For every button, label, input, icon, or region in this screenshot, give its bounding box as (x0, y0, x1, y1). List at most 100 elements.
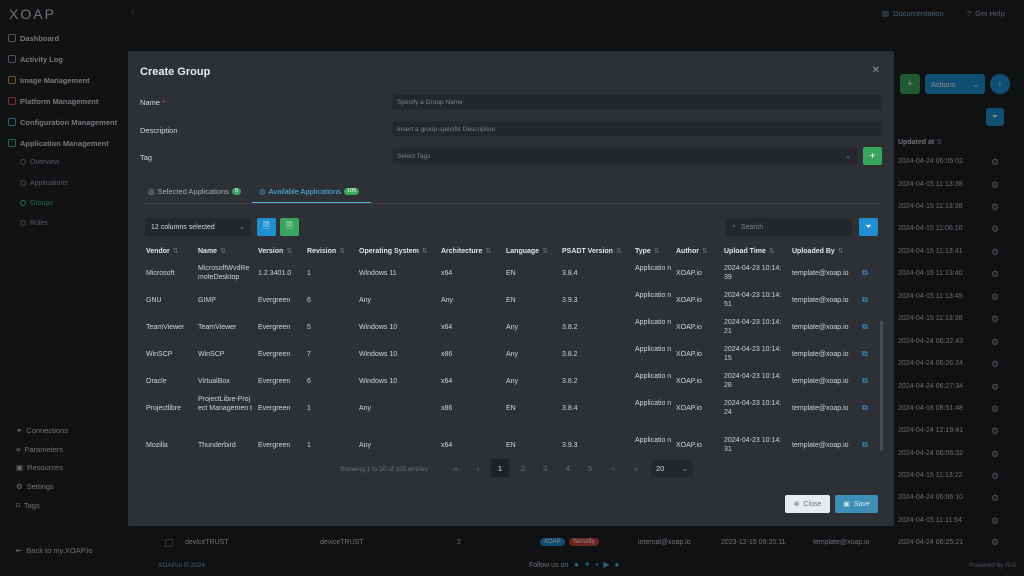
copy-icon[interactable]: ⧉ (862, 322, 868, 332)
table-cell: template@xoap.io (792, 442, 849, 449)
column-header[interactable]: Uploaded By ⇅ (792, 247, 844, 255)
column-header[interactable]: Architecture ⇅ (441, 247, 491, 255)
table-cell: 1 (307, 405, 311, 412)
table-cell: Evergreen (258, 324, 291, 331)
column-header[interactable]: Language ⇅ (506, 247, 548, 255)
table-cell: Evergreen (258, 378, 291, 385)
file-excel-icon: 🗎 (286, 221, 293, 230)
page-size-select[interactable]: 20 ⌄ (651, 460, 693, 477)
column-header[interactable]: Revision ⇅ (307, 247, 345, 255)
sort-icon: ⇅ (701, 248, 708, 255)
file-icon: 🗎 (263, 221, 270, 230)
column-header-label: PSADT Version (562, 248, 613, 255)
save-button[interactable]: ▣ Save (835, 495, 878, 513)
columns-select[interactable]: 12 columns selected ⌄ (145, 218, 251, 236)
column-header[interactable]: Upload Time ⇅ (724, 247, 775, 255)
tab-available-applications[interactable]: ◎ Available Applications 105 (252, 180, 371, 203)
export-excel-button[interactable]: 🗎 (280, 218, 299, 236)
table-cell: Windows 11 (359, 270, 397, 277)
search-input[interactable]: ⌕ Search (726, 218, 852, 236)
tag-select[interactable]: Select Tags ⌄ (392, 148, 858, 164)
column-header[interactable]: Name ⇅ (198, 247, 226, 255)
column-header-label: Language (506, 248, 540, 255)
copy-icon[interactable]: ⧉ (862, 295, 868, 305)
table-cell: Thunderbird (198, 442, 236, 449)
save-label: Save (853, 500, 870, 508)
scrollbar[interactable] (880, 321, 883, 451)
pagination-first[interactable]: « (447, 459, 465, 477)
column-header[interactable]: Vendor ⇅ (146, 247, 179, 255)
pagination-page[interactable]: 5 (581, 459, 599, 477)
check-circle-icon: ◎ (148, 187, 155, 196)
sort-icon: ⇅ (172, 248, 179, 255)
table-cell: x86 (441, 405, 453, 412)
table-cell: Any (441, 297, 454, 304)
export-button[interactable]: 🗎 (257, 218, 276, 236)
search-placeholder: Search (740, 223, 764, 231)
column-header[interactable]: PSADT Version ⇅ (562, 247, 622, 255)
copy-icon[interactable]: ⧉ (862, 376, 868, 386)
column-header-label: Revision (307, 248, 337, 255)
column-header[interactable]: Operating System ⇅ (359, 247, 428, 255)
filter-icon: ⏷ (865, 222, 872, 231)
tab-label: Available Applications (268, 186, 341, 196)
column-header-label: Architecture (441, 248, 483, 255)
sort-icon: ⇅ (653, 248, 660, 255)
name-input[interactable]: Specify a Group Name (392, 94, 882, 110)
column-header-label: Name (198, 248, 218, 255)
tab-badge: 0 (231, 188, 241, 195)
table-cell: Microsoft (146, 270, 175, 277)
copy-icon[interactable]: ⧉ (862, 349, 868, 359)
table-cell: 3.9.3 (562, 442, 578, 449)
table-cell: GNU (146, 297, 162, 304)
pagination-page[interactable]: 4 (559, 459, 577, 477)
pagination-last[interactable]: » (627, 459, 645, 477)
pagination-next[interactable]: › (604, 459, 622, 477)
table-cell: Any (359, 405, 372, 412)
create-group-modal: Create Group ✕ Name * Specify a Group Na… (128, 51, 894, 526)
copy-icon[interactable]: ⧉ (862, 440, 868, 450)
filter-button[interactable]: ⏷ (859, 218, 878, 236)
column-header-label: Upload Time (724, 248, 766, 255)
table-cell: TeamViewer (146, 324, 185, 331)
table-cell: 1 (307, 270, 311, 277)
tab-label: Selected Applications (157, 187, 229, 196)
table-cell: Any (506, 324, 519, 331)
table-cell: EN (506, 270, 516, 277)
close-icon[interactable]: ✕ (872, 65, 880, 76)
pagination-page[interactable]: 1 (491, 459, 509, 477)
column-header[interactable]: Type ⇅ (635, 247, 660, 255)
table-cell: ProjectLibre-Proj ect Managemen t (198, 396, 253, 412)
table-cell: 2024-04-23 10:14: 24 (724, 400, 782, 416)
table-cell: 3.8.2 (562, 324, 578, 331)
table-cell: Applicatio n (635, 346, 672, 353)
table-cell: Any (506, 351, 519, 358)
column-header[interactable]: Author ⇅ (676, 247, 708, 255)
pagination-page[interactable]: 3 (536, 459, 554, 477)
close-circle-icon: ⊗ (793, 501, 800, 508)
close-button[interactable]: ⊗ Close (785, 495, 830, 513)
table-cell: XOAP.io (676, 351, 702, 358)
copy-icon[interactable]: ⧉ (862, 268, 868, 278)
table-cell: 3.8.4 (562, 270, 578, 277)
page-size-value: 20 (656, 464, 665, 473)
pagination-prev[interactable]: ‹ (469, 459, 487, 477)
chevron-down-icon: ⌄ (239, 224, 245, 231)
table-cell: Any (359, 442, 372, 449)
table-cell: 2024-04-23 10:14: 28 (724, 373, 782, 389)
table-cell: x64 (441, 442, 453, 449)
table-cell: Applicatio n (635, 265, 672, 272)
tab-selected-applications[interactable]: ◎ Selected Applications 0 (148, 180, 241, 203)
column-header[interactable]: Version ⇅ (258, 247, 292, 255)
pagination-page[interactable]: 2 (514, 459, 532, 477)
description-input[interactable]: Insert a group-specific Description (392, 121, 882, 137)
tag-placeholder: Select Tags (397, 152, 431, 160)
table-cell: 6 (307, 297, 311, 304)
table-cell: EN (506, 405, 516, 412)
add-tag-button[interactable]: + (863, 147, 882, 165)
table-cell: 2024-04-23 10:14: 15 (724, 346, 782, 362)
table-cell: Windows 10 (359, 324, 398, 331)
name-label: Name * (140, 98, 165, 107)
copy-icon[interactable]: ⧉ (862, 403, 868, 413)
table-cell: template@xoap.io (792, 351, 849, 358)
